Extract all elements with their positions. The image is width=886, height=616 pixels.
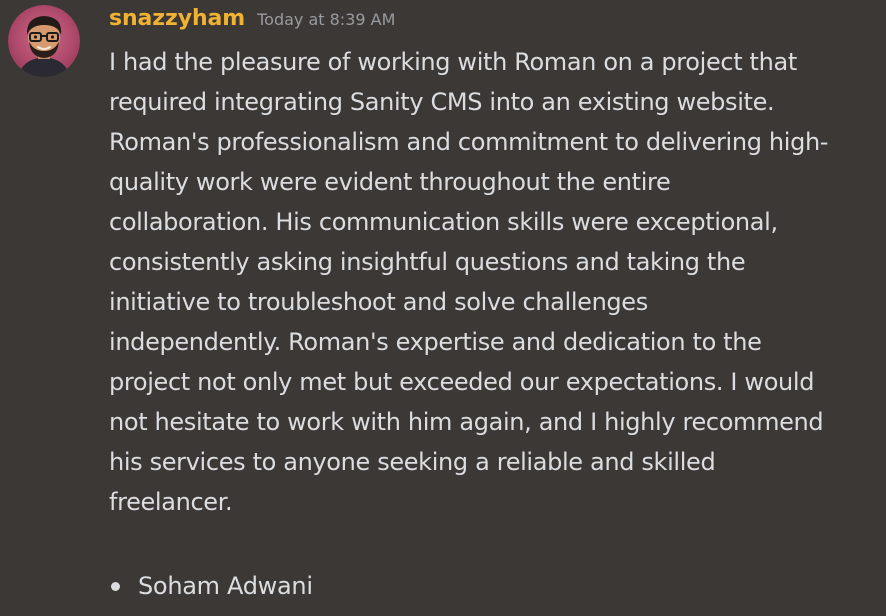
message-line: required integrating Sanity CMS into an … — [109, 88, 775, 116]
message-line: not hesitate to work with him again, and… — [109, 408, 824, 436]
bullet-text: Soham Adwani — [138, 572, 313, 600]
message-line: quality work were evident throughout the… — [109, 168, 671, 196]
message-line: I had the pleasure of working with Roman… — [109, 48, 797, 76]
timestamp: Today at 8:39 AM — [257, 10, 396, 29]
bullet-list: Soham Adwani — [109, 566, 313, 606]
message-line: independently. Roman's expertise and ded… — [109, 328, 762, 356]
message-line: initiative to troubleshoot and solve cha… — [109, 288, 648, 316]
message-line: freelancer. — [109, 488, 233, 516]
message-line: Roman's professionalism and commitment t… — [109, 128, 829, 156]
chat-message: snazzyham Today at 8:39 AM I had the ple… — [0, 0, 886, 616]
message-content: I had the pleasure of working with Roman… — [109, 42, 869, 522]
user-avatar[interactable] — [8, 5, 80, 77]
bullet-icon — [111, 581, 120, 591]
message-header: snazzyham Today at 8:39 AM — [109, 6, 395, 38]
message-line: collaboration. His communication skills … — [109, 208, 778, 236]
username[interactable]: snazzyham — [109, 6, 245, 31]
message-line: his services to anyone seeking a reliabl… — [109, 448, 716, 476]
cartoon-avatar-icon — [8, 5, 80, 77]
list-item: Soham Adwani — [109, 566, 313, 606]
message-line: project not only met but exceeded our ex… — [109, 368, 815, 396]
message-line: consistently asking insightful questions… — [109, 248, 746, 276]
